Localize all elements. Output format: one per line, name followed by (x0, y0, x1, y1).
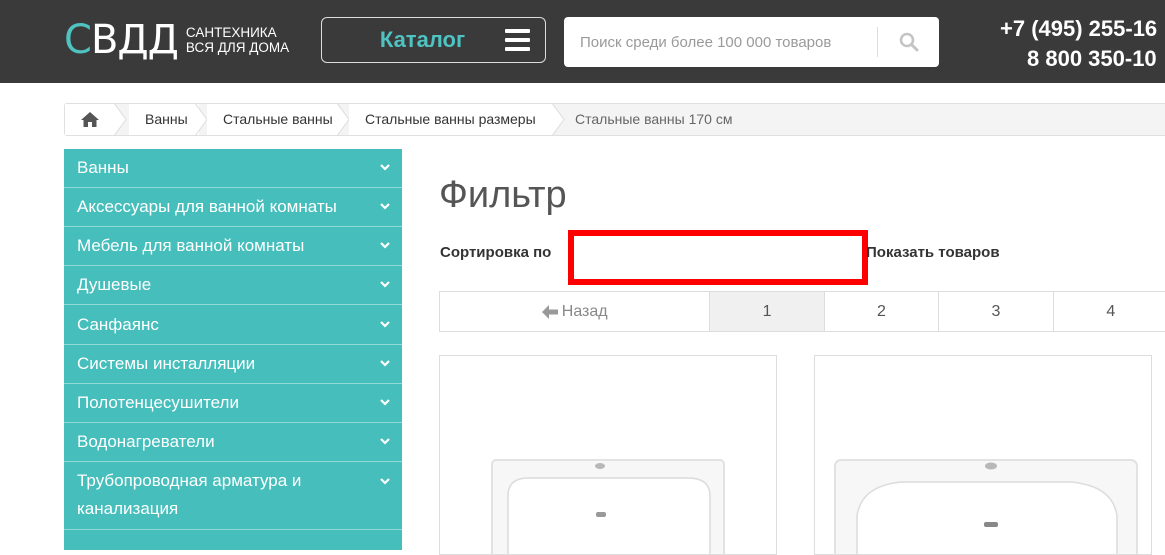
sidebar-item-label: Трубопроводная арматура и канализация (77, 471, 302, 518)
chevron-down-icon (380, 320, 390, 328)
pagination-page-1[interactable]: 1 (710, 292, 825, 331)
site-header: СВДД Сантехника вся для дома Каталог +7 … (0, 0, 1165, 83)
search-icon (899, 32, 918, 52)
breadcrumb-separator (552, 103, 565, 136)
filter-title: Фильтр (439, 174, 567, 216)
logo-rest: ВДД (90, 17, 179, 63)
catalog-button[interactable]: Каталог (321, 17, 546, 63)
chevron-down-icon (380, 281, 390, 288)
phone-moscow[interactable]: +7 (495) 255-16 (1000, 14, 1157, 44)
phone-tollfree[interactable]: 8 800 350-10 (1027, 44, 1157, 74)
chevron-down-icon (380, 203, 390, 210)
sidebar-item-label: Полотенцесушители (77, 393, 239, 412)
logo-tagline: Сантехника вся для дома (185, 25, 290, 55)
sidebar-item-label: Ванны (77, 158, 129, 177)
search-input[interactable] (564, 17, 877, 67)
breadcrumb-item-vanny[interactable]: Ванны (129, 104, 199, 135)
product-image-bathtub (834, 459, 1138, 554)
product-card[interactable] (439, 355, 777, 555)
sidebar-item-installation[interactable]: Системы инсталляции (64, 345, 402, 384)
sidebar-item-label: Санфаянс (77, 314, 159, 334)
arrow-left-icon (541, 304, 558, 319)
logo-first-letter: С (64, 17, 92, 63)
sidebar-item-furniture[interactable]: Мебель для ванной комнаты (64, 227, 402, 266)
sidebar-item-accessories[interactable]: Аксессуары для ванной комнаты (64, 188, 402, 227)
pagination-page-3[interactable]: 3 (939, 292, 1054, 331)
chevron-down-icon (380, 399, 390, 406)
sort-label: Сортировка по (440, 244, 552, 261)
catalog-button-label: Каталог (379, 27, 466, 52)
pagination-back-button[interactable]: Назад (440, 292, 711, 331)
sidebar-item-label: Душевые (77, 275, 152, 294)
sort-select[interactable] (568, 230, 868, 285)
sidebar-item-sanitary[interactable]: Санфаянс (64, 305, 402, 345)
sidebar-item-pipes[interactable]: Трубопроводная арматура и канализация (64, 462, 402, 530)
chevron-down-icon (380, 360, 390, 367)
chevron-down-icon (380, 478, 390, 485)
chevron-down-icon (380, 164, 390, 171)
category-sidebar: Ванны Аксессуары для ванной комнаты Мебе… (64, 149, 402, 550)
breadcrumb-item-steel-baths-sizes[interactable]: Стальные ванны размеры (349, 104, 553, 135)
sidebar-item-baths[interactable]: Ванны (64, 149, 402, 188)
search-button[interactable] (878, 17, 939, 67)
logo-mark: СВДД (64, 17, 179, 63)
chevron-down-icon (380, 242, 390, 249)
breadcrumb: Ванны Стальные ванны Стальные ванны разм… (64, 103, 1165, 136)
chevron-down-icon (380, 438, 390, 445)
pagination-page-2[interactable]: 2 (825, 292, 940, 331)
pagination: Назад 1 2 3 4 (439, 291, 1165, 332)
breadcrumb-separator (114, 103, 127, 136)
sidebar-item-water-heaters[interactable]: Водонагреватели (64, 423, 402, 462)
pagination-page-4[interactable]: 4 (1054, 292, 1165, 331)
show-count-label: Показать товаров (866, 244, 1000, 261)
site-logo[interactable]: СВДД Сантехника вся для дома (64, 18, 306, 62)
product-image-bathtub (491, 459, 725, 554)
sidebar-item-next (64, 530, 402, 550)
hamburger-menu-icon (505, 29, 530, 51)
search-bar (564, 17, 939, 67)
sidebar-item-label: Системы инсталляции (77, 354, 256, 373)
sidebar-item-label: Аксессуары для ванной комнаты (77, 197, 337, 216)
sidebar-item-label: Водонагреватели (77, 432, 215, 451)
sidebar-item-label: Мебель для ванной комнаты (77, 236, 305, 255)
sidebar-item-showers[interactable]: Душевые (64, 266, 402, 305)
sidebar-item-towel-warmers[interactable]: Полотенцесушители (64, 384, 402, 423)
home-icon (81, 112, 99, 127)
pagination-back-label: Назад (561, 302, 608, 320)
breadcrumb-current: Стальные ванны 170 см (575, 111, 733, 127)
breadcrumb-item-steel-baths[interactable]: Стальные ванны (207, 104, 338, 135)
product-card[interactable] (814, 355, 1152, 555)
breadcrumb-home[interactable] (65, 104, 115, 135)
